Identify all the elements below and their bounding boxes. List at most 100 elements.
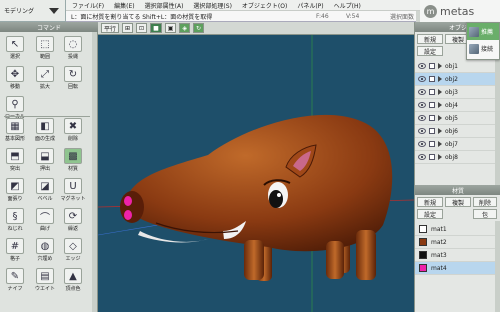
selection-readout: 選択面数 — [390, 14, 415, 21]
material-row[interactable]: mat2 — [415, 236, 500, 249]
tool-button-2[interactable]: ◌ 投縄 — [62, 36, 84, 60]
expand-arrow-icon[interactable] — [438, 76, 442, 82]
expand-arrow-icon[interactable] — [438, 128, 442, 134]
tool-button-0[interactable]: ↖ 選択 — [4, 36, 26, 60]
object-row[interactable]: obj4 — [415, 99, 500, 112]
tool-button-4[interactable]: ⤢ 拡大 — [34, 66, 56, 90]
nostril-lower — [124, 210, 132, 220]
visibility-eye-icon[interactable] — [418, 63, 426, 69]
popup-item-connect[interactable]: 接続 — [467, 40, 499, 57]
expand-arrow-icon[interactable] — [438, 115, 442, 121]
tool-button-11[interactable]: ⬓ 押出 — [34, 148, 56, 172]
tool-button-1[interactable]: ⬚ 範囲 — [34, 36, 56, 60]
object-row[interactable]: obj2 — [415, 73, 500, 86]
expand-arrow-icon[interactable] — [438, 89, 442, 95]
object-row[interactable]: obj1 — [415, 60, 500, 73]
mode-dropdown[interactable]: モデリング — [0, 0, 66, 22]
bend-icon: ⌒ — [36, 208, 54, 224]
3d-viewport[interactable] — [98, 35, 414, 312]
tool-button-10[interactable]: ⬒ 突出 — [4, 148, 26, 172]
lock-checkbox[interactable] — [429, 141, 435, 147]
tool-button-14[interactable]: ◪ ベベル — [34, 178, 56, 202]
material-row[interactable]: mat3 — [415, 249, 500, 262]
tool-button-24[interactable]: ▲ 頂点色 — [62, 268, 84, 292]
projection-toggle[interactable]: 平行 — [101, 23, 120, 33]
lock-checkbox[interactable] — [429, 102, 435, 108]
tool-button-7[interactable]: ▦ 基本図形 — [4, 118, 26, 142]
tool-button-23[interactable]: ▤ ウエイト — [34, 268, 56, 292]
visibility-eye-icon[interactable] — [418, 89, 426, 95]
solid-view-icon[interactable]: ■ — [150, 23, 162, 33]
weight-icon: ▤ — [36, 268, 54, 284]
material-row[interactable]: mat1 — [415, 223, 500, 236]
tool-button-17[interactable]: ⌒ 曲げ — [34, 208, 56, 232]
tool-button-12[interactable]: ▩ 材質 — [62, 148, 84, 172]
lock-checkbox[interactable] — [429, 128, 435, 134]
object-row[interactable]: obj7 — [415, 138, 500, 151]
tool-button-16[interactable]: § ねじれ — [4, 208, 26, 232]
popup-item-recommend[interactable]: 推薦 — [467, 23, 499, 40]
material-swatch — [419, 225, 427, 233]
object-row[interactable]: obj8 — [415, 151, 500, 164]
menu-edit[interactable]: 編集(E) — [114, 1, 134, 10]
object-list-scrollbar[interactable] — [495, 58, 500, 185]
object-settings-button[interactable]: 設定 — [417, 46, 443, 56]
tool-button-8[interactable]: ◧ 面の生成 — [34, 118, 56, 142]
lock-checkbox[interactable] — [429, 115, 435, 121]
material-pack-button[interactable]: 包 — [473, 209, 497, 219]
tool-button-5[interactable]: ↻ 回転 — [62, 66, 84, 90]
menu-panel[interactable]: パネル(P) — [297, 1, 323, 10]
delete-material-button[interactable]: 削除 — [473, 197, 497, 207]
visibility-eye-icon[interactable] — [418, 128, 426, 134]
tool-button-3[interactable]: ✥ 移動 — [4, 66, 26, 90]
tool-button-21[interactable]: ◇ エッジ — [62, 238, 84, 262]
visibility-eye-icon[interactable] — [418, 141, 426, 147]
material-row[interactable]: mat4 — [415, 262, 500, 275]
render-refresh-icon[interactable]: ↻ — [193, 23, 205, 33]
new-object-button[interactable]: 新規 — [417, 34, 443, 44]
material-list-scrollbar[interactable] — [495, 221, 500, 312]
object-row[interactable]: obj3 — [415, 86, 500, 99]
lock-checkbox[interactable] — [429, 63, 435, 69]
visibility-eye-icon[interactable] — [418, 115, 426, 121]
lock-checkbox[interactable] — [429, 154, 435, 160]
new-material-button[interactable]: 新規 — [417, 197, 443, 207]
face-fill-icon: ◩ — [6, 178, 24, 194]
wire-view-icon[interactable]: ▣ — [164, 23, 177, 33]
tool-button-22[interactable]: ✎ ナイフ — [4, 268, 26, 292]
material-panel-title: 材質 — [415, 185, 500, 195]
lock-checkbox[interactable] — [429, 89, 435, 95]
command-panel-scrollbar[interactable] — [92, 32, 97, 312]
object-row[interactable]: obj5 — [415, 112, 500, 125]
visibility-eye-icon[interactable] — [418, 102, 426, 108]
face-create-icon: ◧ — [36, 118, 54, 134]
perspective-cube-icon[interactable]: ◈ — [179, 23, 191, 33]
expand-arrow-icon[interactable] — [438, 154, 442, 160]
menu-object[interactable]: オブジェクト(O) — [242, 1, 287, 10]
snap-icon[interactable]: ⊡ — [136, 23, 148, 33]
tool-button-15[interactable]: U マグネット — [61, 178, 86, 202]
menu-help[interactable]: ヘルプ(H) — [334, 1, 361, 10]
grid-toggle-icon[interactable]: ⊞ — [122, 23, 134, 33]
menu-attr[interactable]: 選択部属性(A) — [145, 1, 184, 10]
lock-checkbox[interactable] — [429, 76, 435, 82]
tool-button-19[interactable]: # 格子 — [4, 238, 26, 262]
expand-arrow-icon[interactable] — [438, 141, 442, 147]
expand-arrow-icon[interactable] — [438, 102, 442, 108]
menu-select-process[interactable]: 選択部処理(S) — [193, 1, 232, 10]
tool-button-13[interactable]: ◩ 面張り — [4, 178, 26, 202]
boar-eye-pupil — [269, 190, 283, 208]
menu-file[interactable]: ファイル(F) — [72, 1, 104, 10]
duplicate-material-button[interactable]: 複製 — [445, 197, 471, 207]
tool-label: ねじれ — [7, 226, 23, 232]
command-panel-title: コマンド — [0, 22, 98, 32]
object-row[interactable]: obj6 — [415, 125, 500, 138]
tool-label: 押出 — [39, 166, 50, 172]
material-settings-button[interactable]: 設定 — [417, 209, 443, 219]
tool-button-9[interactable]: ✖ 削除 — [62, 118, 84, 142]
tool-button-18[interactable]: ⟳ 繰返 — [62, 208, 84, 232]
expand-arrow-icon[interactable] — [438, 63, 442, 69]
tool-button-20[interactable]: ◍ 穴埋め — [34, 238, 56, 262]
visibility-eye-icon[interactable] — [418, 76, 426, 82]
visibility-eye-icon[interactable] — [418, 154, 426, 160]
